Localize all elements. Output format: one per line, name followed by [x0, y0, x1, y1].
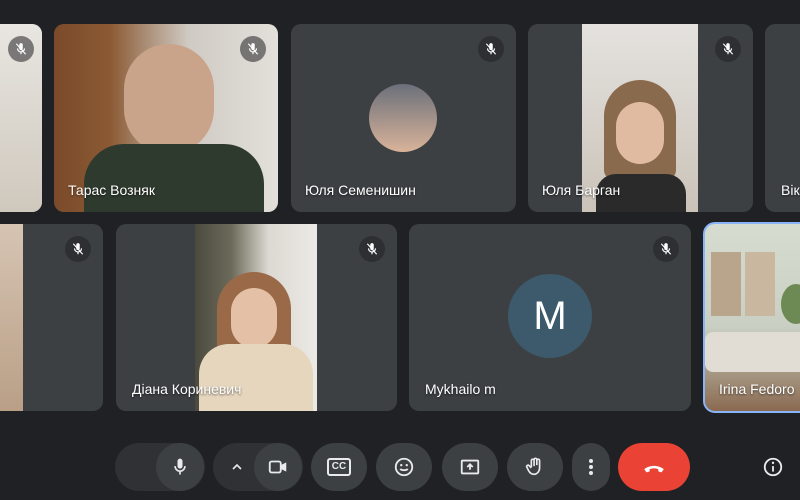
person-silhouette: [124, 44, 214, 154]
more-options-button[interactable]: [572, 443, 610, 491]
participant-name: Вік: [781, 182, 800, 198]
participant-avatar: [369, 84, 437, 152]
mic-off-icon: [65, 236, 91, 262]
wall-art: [745, 252, 775, 316]
present-button[interactable]: [442, 443, 498, 491]
mic-off-icon: [715, 36, 741, 62]
mic-off-icon: [359, 236, 385, 262]
camera-icon: [268, 460, 287, 474]
smiley-icon: [394, 457, 414, 477]
mic-off-icon: [478, 36, 504, 62]
participant-tile-9[interactable]: Irina Fedoro: [703, 222, 800, 413]
avatar-initial: M: [533, 293, 567, 338]
emoji-button[interactable]: [376, 443, 432, 491]
mic-off-icon: [653, 236, 679, 262]
participant-name: Юля Барган: [542, 182, 621, 198]
participant-name: Тарас Возняк: [68, 182, 155, 198]
person-shirt: [84, 144, 264, 212]
microphone-icon: [174, 458, 186, 475]
participant-tile-3[interactable]: Юля Семенишин: [291, 24, 516, 212]
person-face: [616, 102, 664, 164]
microphone-button[interactable]: [156, 443, 204, 491]
mic-off-icon: [8, 36, 34, 62]
participant-tile-4[interactable]: Юля Барган: [528, 24, 753, 212]
participant-name: Юля Семенишин: [305, 182, 416, 198]
participant-tile-7[interactable]: Діана Кориневич: [116, 224, 397, 411]
participant-name: Діана Кориневич: [132, 381, 242, 397]
participant-name: Irina Fedoro: [719, 381, 795, 397]
more-vert-icon: [589, 459, 593, 475]
camera-button[interactable]: [254, 443, 302, 491]
info-button[interactable]: [762, 456, 784, 478]
mic-off-icon: [240, 36, 266, 62]
captions-icon: CC: [326, 458, 352, 476]
participant-video: [0, 224, 23, 411]
raise-hand-button[interactable]: [507, 443, 563, 491]
participant-tile-1[interactable]: [0, 24, 42, 212]
raise-hand-icon: [525, 457, 541, 476]
chevron-up-icon[interactable]: [229, 459, 245, 475]
end-call-icon: [644, 465, 664, 473]
participant-tile-8[interactable]: M Mykhailo m: [409, 224, 691, 411]
info-icon: [763, 457, 783, 477]
wall-art: [711, 252, 741, 316]
end-call-button[interactable]: [618, 443, 690, 491]
person-top: [199, 344, 313, 411]
participant-avatar: M: [508, 274, 592, 358]
present-screen-icon: [460, 459, 480, 475]
plant: [781, 284, 800, 324]
sofa: [705, 332, 800, 372]
participant-tile-6[interactable]: [0, 224, 103, 411]
captions-button[interactable]: CC: [311, 443, 367, 491]
person-face: [231, 288, 277, 348]
participant-tile-5[interactable]: Вік: [765, 24, 800, 212]
participant-name: Mykhailo m: [425, 381, 496, 397]
participant-tile-2[interactable]: Тарас Возняк: [54, 24, 278, 212]
